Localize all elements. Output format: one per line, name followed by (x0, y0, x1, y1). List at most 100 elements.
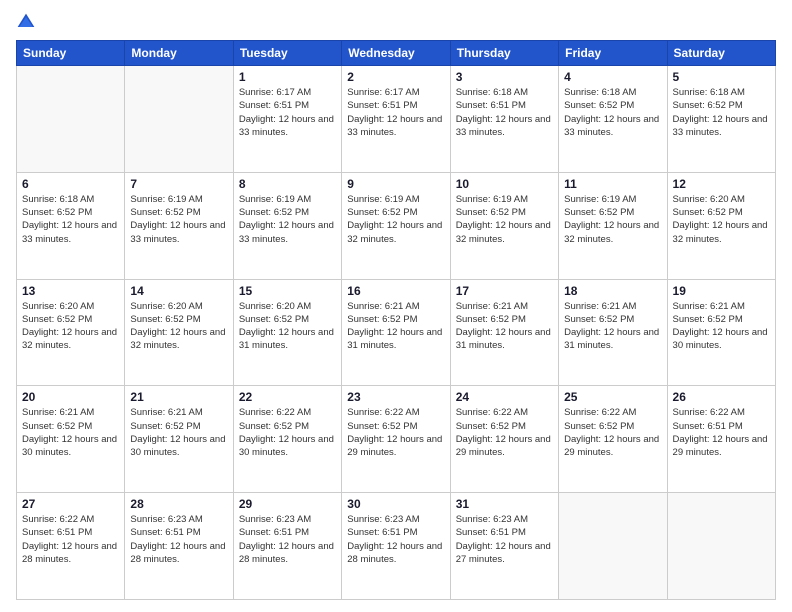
day-info: Sunrise: 6:20 AMSunset: 6:52 PMDaylight:… (673, 193, 770, 246)
day-info: Sunrise: 6:21 AMSunset: 6:52 PMDaylight:… (130, 406, 227, 459)
day-info: Sunrise: 6:19 AMSunset: 6:52 PMDaylight:… (347, 193, 444, 246)
day-of-week-header: Monday (125, 41, 233, 66)
calendar-cell: 28 Sunrise: 6:23 AMSunset: 6:51 PMDayligh… (125, 493, 233, 600)
calendar-cell: 3 Sunrise: 6:18 AMSunset: 6:51 PMDaylight… (450, 66, 558, 173)
calendar-cell (125, 66, 233, 173)
day-info: Sunrise: 6:22 AMSunset: 6:52 PMDaylight:… (456, 406, 553, 459)
calendar-cell: 16Sunrise: 6:21 AMSunset: 6:52 PMDayligh… (342, 279, 450, 386)
day-of-week-header: Thursday (450, 41, 558, 66)
calendar-cell (559, 493, 667, 600)
day-info: Sunrise: 6:20 AMSunset: 6:52 PMDaylight:… (130, 300, 227, 353)
calendar-cell: 11 Sunrise: 6:19 AMSunset: 6:52 PMDayligh… (559, 172, 667, 279)
day-number: 15 (239, 284, 336, 298)
calendar-cell (667, 493, 775, 600)
day-info: Sunrise: 6:23 AMSunset: 6:51 PMDaylight:… (456, 513, 553, 566)
day-of-week-header: Sunday (17, 41, 125, 66)
calendar-cell: 4 Sunrise: 6:18 AMSunset: 6:52 PMDaylight… (559, 66, 667, 173)
day-number: 11 (564, 177, 661, 191)
calendar-cell: 29 Sunrise: 6:23 AMSunset: 6:51 PMDayligh… (233, 493, 341, 600)
day-number: 23 (347, 390, 444, 404)
day-info: Sunrise: 6:17 AMSunset: 6:51 PMDaylight:… (239, 86, 336, 139)
calendar-cell: 2 Sunrise: 6:17 AMSunset: 6:51 PMDaylight… (342, 66, 450, 173)
day-info: Sunrise: 6:21 AMSunset: 6:52 PMDaylight:… (22, 406, 119, 459)
calendar-cell: 17 Sunrise: 6:21 AMSunset: 6:52 PMDayligh… (450, 279, 558, 386)
day-number: 16 (347, 284, 444, 298)
day-info: Sunrise: 6:19 AMSunset: 6:52 PMDaylight:… (564, 193, 661, 246)
day-number: 19 (673, 284, 770, 298)
day-number: 31 (456, 497, 553, 511)
calendar-cell: 23 Sunrise: 6:22 AMSunset: 6:52 PMDayligh… (342, 386, 450, 493)
day-number: 3 (456, 70, 553, 84)
day-number: 4 (564, 70, 661, 84)
day-info: Sunrise: 6:23 AMSunset: 6:51 PMDaylight:… (239, 513, 336, 566)
day-number: 20 (22, 390, 119, 404)
calendar-cell: 1 Sunrise: 6:17 AMSunset: 6:51 PMDaylight… (233, 66, 341, 173)
calendar-cell (17, 66, 125, 173)
day-number: 5 (673, 70, 770, 84)
day-number: 21 (130, 390, 227, 404)
day-number: 24 (456, 390, 553, 404)
day-info: Sunrise: 6:23 AMSunset: 6:51 PMDaylight:… (347, 513, 444, 566)
calendar-cell: 15Sunrise: 6:20 AMSunset: 6:52 PMDayligh… (233, 279, 341, 386)
day-info: Sunrise: 6:21 AMSunset: 6:52 PMDaylight:… (673, 300, 770, 353)
day-number: 27 (22, 497, 119, 511)
calendar-cell: 5 Sunrise: 6:18 AMSunset: 6:52 PMDaylight… (667, 66, 775, 173)
calendar-week-row: 20 Sunrise: 6:21 AMSunset: 6:52 PMDayligh… (17, 386, 776, 493)
day-info: Sunrise: 6:22 AMSunset: 6:52 PMDaylight:… (564, 406, 661, 459)
day-number: 30 (347, 497, 444, 511)
calendar-cell: 22 Sunrise: 6:22 AMSunset: 6:52 PMDayligh… (233, 386, 341, 493)
calendar-cell: 7Sunrise: 6:19 AMSunset: 6:52 PMDaylight… (125, 172, 233, 279)
logo-icon (16, 12, 36, 32)
calendar-week-row: 1 Sunrise: 6:17 AMSunset: 6:51 PMDaylight… (17, 66, 776, 173)
calendar-cell: 18Sunrise: 6:21 AMSunset: 6:52 PMDayligh… (559, 279, 667, 386)
day-info: Sunrise: 6:21 AMSunset: 6:52 PMDaylight:… (456, 300, 553, 353)
calendar-cell: 27 Sunrise: 6:22 AMSunset: 6:51 PMDayligh… (17, 493, 125, 600)
calendar-cell: 19 Sunrise: 6:21 AMSunset: 6:52 PMDayligh… (667, 279, 775, 386)
day-info: Sunrise: 6:23 AMSunset: 6:51 PMDaylight:… (130, 513, 227, 566)
day-number: 8 (239, 177, 336, 191)
day-number: 13 (22, 284, 119, 298)
calendar-cell: 30 Sunrise: 6:23 AMSunset: 6:51 PMDayligh… (342, 493, 450, 600)
day-of-week-header: Wednesday (342, 41, 450, 66)
day-info: Sunrise: 6:18 AMSunset: 6:52 PMDaylight:… (564, 86, 661, 139)
day-number: 10 (456, 177, 553, 191)
calendar-cell: 9 Sunrise: 6:19 AMSunset: 6:52 PMDaylight… (342, 172, 450, 279)
calendar-table: SundayMondayTuesdayWednesdayThursdayFrid… (16, 40, 776, 600)
day-number: 6 (22, 177, 119, 191)
day-number: 14 (130, 284, 227, 298)
day-number: 17 (456, 284, 553, 298)
day-of-week-header: Tuesday (233, 41, 341, 66)
calendar-cell: 20 Sunrise: 6:21 AMSunset: 6:52 PMDayligh… (17, 386, 125, 493)
day-of-week-header: Friday (559, 41, 667, 66)
day-info: Sunrise: 6:22 AMSunset: 6:51 PMDaylight:… (22, 513, 119, 566)
calendar-week-row: 27 Sunrise: 6:22 AMSunset: 6:51 PMDayligh… (17, 493, 776, 600)
day-number: 2 (347, 70, 444, 84)
day-number: 29 (239, 497, 336, 511)
day-info: Sunrise: 6:22 AMSunset: 6:51 PMDaylight:… (673, 406, 770, 459)
calendar-cell: 14 Sunrise: 6:20 AMSunset: 6:52 PMDayligh… (125, 279, 233, 386)
day-info: Sunrise: 6:22 AMSunset: 6:52 PMDaylight:… (347, 406, 444, 459)
day-number: 9 (347, 177, 444, 191)
logo (16, 12, 40, 32)
day-info: Sunrise: 6:20 AMSunset: 6:52 PMDaylight:… (22, 300, 119, 353)
calendar-cell: 21 Sunrise: 6:21 AMSunset: 6:52 PMDayligh… (125, 386, 233, 493)
calendar-cell: 24 Sunrise: 6:22 AMSunset: 6:52 PMDayligh… (450, 386, 558, 493)
calendar-cell: 25Sunrise: 6:22 AMSunset: 6:52 PMDayligh… (559, 386, 667, 493)
day-info: Sunrise: 6:19 AMSunset: 6:52 PMDaylight:… (130, 193, 227, 246)
calendar-cell: 10 Sunrise: 6:19 AMSunset: 6:52 PMDayligh… (450, 172, 558, 279)
day-number: 28 (130, 497, 227, 511)
day-number: 1 (239, 70, 336, 84)
day-info: Sunrise: 6:18 AMSunset: 6:51 PMDaylight:… (456, 86, 553, 139)
day-info: Sunrise: 6:19 AMSunset: 6:52 PMDaylight:… (456, 193, 553, 246)
day-info: Sunrise: 6:21 AMSunset: 6:52 PMDaylight:… (564, 300, 661, 353)
calendar-cell: 8 Sunrise: 6:19 AMSunset: 6:52 PMDaylight… (233, 172, 341, 279)
calendar-cell: 26Sunrise: 6:22 AMSunset: 6:51 PMDayligh… (667, 386, 775, 493)
header (16, 12, 776, 32)
day-info: Sunrise: 6:17 AMSunset: 6:51 PMDaylight:… (347, 86, 444, 139)
day-info: Sunrise: 6:18 AMSunset: 6:52 PMDaylight:… (22, 193, 119, 246)
day-number: 12 (673, 177, 770, 191)
day-info: Sunrise: 6:18 AMSunset: 6:52 PMDaylight:… (673, 86, 770, 139)
day-info: Sunrise: 6:19 AMSunset: 6:52 PMDaylight:… (239, 193, 336, 246)
day-number: 22 (239, 390, 336, 404)
day-info: Sunrise: 6:22 AMSunset: 6:52 PMDaylight:… (239, 406, 336, 459)
